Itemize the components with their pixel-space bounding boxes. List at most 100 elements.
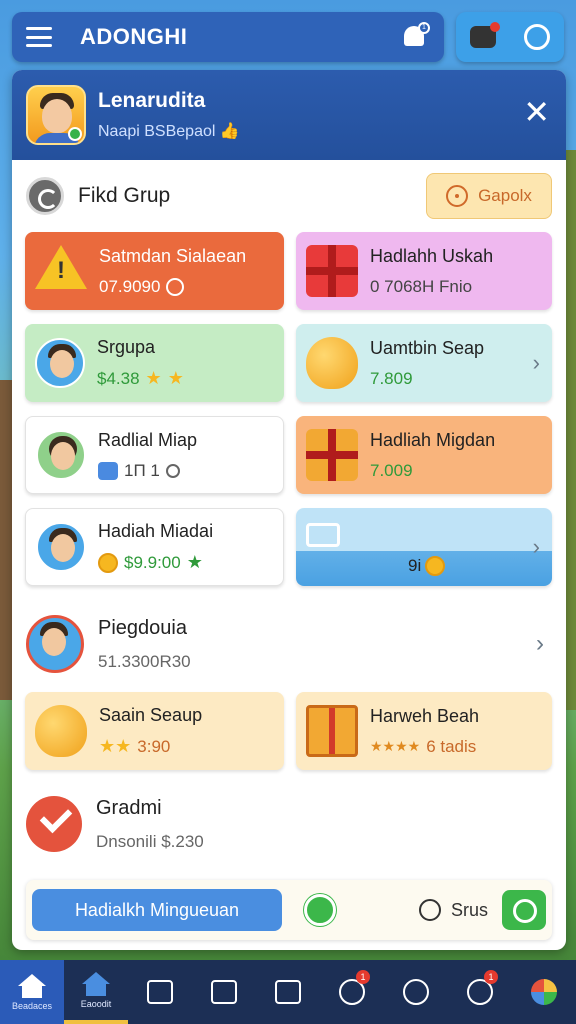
bottom-nav: Beadaces Eaoodit 1 1	[0, 960, 576, 1024]
coin-icon	[98, 552, 118, 573]
check-icon	[26, 796, 82, 852]
menu-icon[interactable]	[26, 27, 52, 47]
refresh-icon[interactable]	[304, 894, 336, 926]
nav-badge: 1	[484, 970, 498, 984]
star-icon: ★	[186, 552, 203, 572]
card-grid: ! Satmdan Sialaean 07.9090 Hadlahh Uskah…	[12, 232, 566, 586]
nav-item-globe[interactable]	[512, 960, 576, 1024]
nav-item-settings[interactable]	[384, 960, 448, 1024]
notification-badge: 1	[418, 22, 430, 34]
nav-item-home[interactable]: Beadaces	[0, 960, 64, 1024]
card-value: 7.009	[370, 460, 413, 480]
list-icon	[211, 980, 237, 1004]
card-item[interactable]: Hadiah Miadai $9.9:00 ★	[25, 508, 284, 586]
profile-panel: Lenarudita Naapi BSBepaol 👍 ✕ Fikd Grup …	[12, 70, 566, 950]
nav-item-messages[interactable]: 1	[448, 960, 512, 1024]
target-icon	[446, 185, 469, 207]
list-item[interactable]: Piegdouia 51.3300R30 ›	[12, 596, 566, 692]
card-item[interactable]: 9i ›	[296, 508, 552, 586]
card-item[interactable]: Hadlahh Uskah 0 7068H Fnio	[296, 232, 552, 310]
avatar-icon	[26, 615, 84, 673]
thumbs-up-icon: 👍	[219, 123, 240, 140]
group-row: Fikd Grup Gapolx	[12, 160, 566, 232]
chevron-right-icon: ›	[532, 534, 540, 559]
card-value: 0 7068H Fnio	[370, 276, 473, 296]
card-title: Srgupa	[97, 337, 156, 357]
card-title: Saain Seaup	[99, 705, 203, 725]
card-item[interactable]: ! Satmdan Sialaean 07.9090	[25, 232, 284, 310]
group-icon	[26, 177, 64, 215]
building-icon	[306, 523, 340, 547]
bottom-action-bar: Hadialkh Mingueuan Srus	[26, 880, 552, 940]
nav-item-list[interactable]	[192, 960, 256, 1024]
nav-item-grid[interactable]	[128, 960, 192, 1024]
group-title: Fikd Grup	[78, 184, 171, 207]
list-subtitle: Dnsonili $.230	[96, 831, 204, 851]
card-value: 3:90	[137, 736, 171, 756]
chat-bubble-icon[interactable]	[524, 24, 550, 50]
user-subtitle: Naapi BSBepaol	[98, 123, 216, 140]
top-bar: ADONGHI 1	[12, 12, 444, 62]
card-value: 6 tadis	[426, 736, 477, 756]
star-icon: ★★★★	[370, 738, 421, 754]
card-item[interactable]: Harweh Beah ★★★★ 6 tadis	[296, 692, 552, 770]
group-button[interactable]: Gapolx	[426, 173, 552, 219]
nav-badge: 1	[356, 970, 370, 984]
card-item[interactable]: Saain Seaup ★★ 3:90	[25, 692, 284, 770]
coin-icon	[425, 556, 446, 576]
card-title: Hadlahh Uskah	[370, 245, 494, 266]
box-icon	[98, 461, 118, 480]
nav-item-home-2[interactable]: Eaoodit	[64, 960, 128, 1024]
list-subtitle: 51.3300R30	[98, 651, 191, 671]
card-item[interactable]: Srgupa $4.38 ★ ★	[25, 324, 284, 402]
avatar-icon	[36, 430, 86, 480]
star-icon: ★★	[99, 736, 132, 756]
grid-icon	[147, 980, 173, 1004]
warning-icon: !	[35, 245, 87, 297]
star-icon: ★	[167, 368, 184, 388]
card-value: 07.9090	[99, 276, 161, 296]
card-value: $9.9:00	[124, 552, 181, 572]
card-title: Uamtbin Seap	[370, 337, 485, 358]
globe-icon	[531, 979, 557, 1005]
balloon-icon	[35, 705, 87, 757]
list-title: Gradmi	[96, 796, 162, 819]
username: Lenarudita	[98, 89, 206, 112]
avatar-icon	[36, 522, 86, 572]
camera-icon[interactable]	[470, 22, 500, 48]
list-item[interactable]: Gradmi Dnsonili $.230	[12, 776, 566, 872]
online-status-icon	[68, 127, 82, 141]
crate-icon	[306, 705, 358, 757]
home-icon	[18, 973, 46, 998]
avatar-icon	[35, 338, 85, 388]
gift-icon	[306, 245, 358, 297]
card-title: Harweh Beah	[370, 705, 480, 726]
chevron-right-icon: ›	[532, 350, 540, 375]
card-title: Satmdan Sialaean	[99, 245, 247, 266]
card-title: Hadiah Miadai	[98, 521, 214, 541]
card-grid-2: Saain Seaup ★★ 3:90 Harweh Beah ★★★★ 6 tad…	[12, 692, 566, 770]
avatar[interactable]	[26, 85, 86, 145]
info-icon	[165, 463, 180, 478]
card-value: $4.38	[97, 368, 140, 388]
sync-label: Srus	[450, 899, 488, 920]
card-item[interactable]: Uamtbin Seap 7.809 ›	[296, 324, 552, 402]
nav-item-calendar[interactable]	[256, 960, 320, 1024]
notification-button[interactable]: 1	[400, 22, 430, 52]
gift-box-icon	[306, 429, 358, 481]
nav-item-chat[interactable]: 1	[320, 960, 384, 1024]
primary-button[interactable]: Hadialkh Mingueuan	[32, 889, 282, 931]
card-value: 1П 1	[124, 460, 160, 480]
app-title: ADONGHI	[80, 24, 188, 49]
card-title: Radlial Miap	[98, 429, 198, 450]
sync-button[interactable]: Srus	[418, 899, 488, 921]
card-item[interactable]: Hadliah Migdan 7.009	[296, 416, 552, 494]
coin-icon	[166, 277, 185, 296]
card-item[interactable]: Radlial Miap 1П 1	[25, 416, 284, 494]
chat-icon[interactable]	[502, 890, 546, 930]
top-right-actions	[456, 12, 564, 62]
sync-icon	[418, 899, 441, 921]
close-icon[interactable]: ✕	[523, 96, 550, 128]
star-icon: ★	[145, 368, 162, 388]
chevron-right-icon: ›	[536, 630, 544, 657]
